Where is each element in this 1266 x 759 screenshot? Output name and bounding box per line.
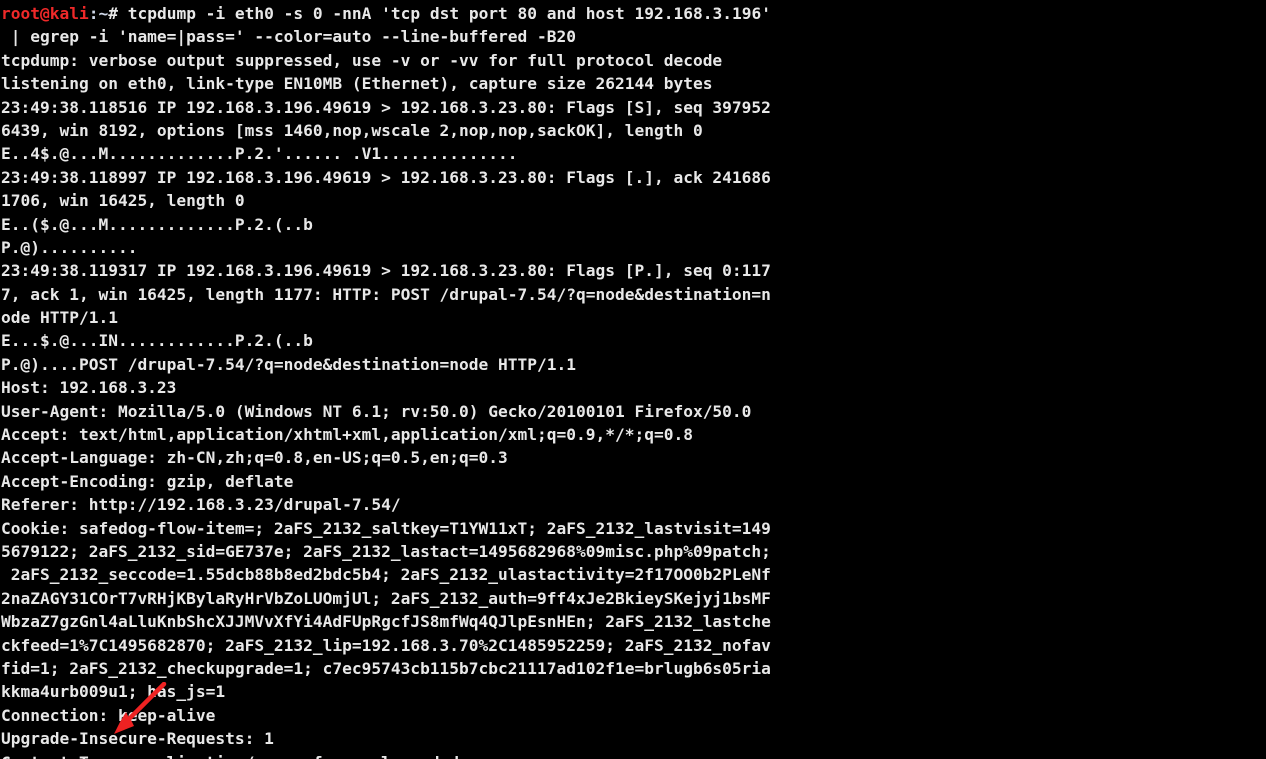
- output-line: Upgrade-Insecure-Requests: 1: [1, 729, 274, 749]
- output-line: 5679122; 2aFS_2132_sid=GE737e; 2aFS_2132…: [1, 541, 771, 561]
- output-line: 23:49:38.118997 IP 192.168.3.196.49619 >…: [1, 167, 771, 187]
- output-line: ckfeed=1%7C1495682870; 2aFS_2132_lip=192…: [1, 635, 771, 655]
- command-wrap-row: | egrep -i 'name=|pass=' --color=auto --…: [1, 25, 1266, 48]
- output-line: User-Agent: Mozilla/5.0 (Windows NT 6.1;…: [1, 401, 752, 421]
- output-line: Connection: keep-alive: [1, 705, 216, 725]
- output-line: Accept-Language: zh-CN,zh;q=0.8,en-US;q=…: [1, 448, 508, 468]
- output-line: E...$.@...IN............P.2.(..b: [1, 331, 313, 351]
- output-line: 2aFS_2132_seccode=1.55dcb88b8ed2bdc5b4; …: [1, 565, 771, 585]
- output-line: tcpdump: verbose output suppressed, use …: [1, 50, 723, 70]
- output-line: Accept-Encoding: gzip, deflate: [1, 471, 294, 491]
- prompt-symbol: #: [108, 4, 128, 23]
- output-line: Content-Type: application/x-www-form-url…: [1, 751, 1266, 759]
- output-line: 2naZAGY31COrT7vRHjKBylaRyHrVbZoLUOmjUl; …: [1, 588, 771, 608]
- output-line: P.@)..........: [1, 237, 138, 257]
- output-line: WbzaZ7gzGnl4aLluKnbShcXJJMVvXfYi4AdFUpRg…: [1, 612, 771, 632]
- output-line: Host: 192.168.3.23: [1, 378, 177, 398]
- prompt-user-host: root@kali: [1, 4, 89, 23]
- output-line: 1706, win 16425, length 0: [1, 191, 245, 211]
- output-line: 23:49:38.118516 IP 192.168.3.196.49619 >…: [1, 97, 771, 117]
- output-line: listening on eth0, link-type EN10MB (Eth…: [1, 74, 713, 94]
- output-line: kkma4urb009u1; has_js=1: [1, 682, 226, 702]
- output-line: 6439, win 8192, options [mss 1460,nop,ws…: [1, 120, 703, 140]
- output-line: E..($.@...M.............P.2.(..b: [1, 214, 313, 234]
- output-line: Accept: text/html,application/xhtml+xml,…: [1, 425, 693, 445]
- terminal-window[interactable]: root@kali:~# tcpdump -i eth0 -s 0 -nnA '…: [0, 0, 1266, 759]
- output-line: ode HTTP/1.1: [1, 308, 118, 328]
- output-line: Cookie: safedog-flow-item=; 2aFS_2132_sa…: [1, 518, 771, 538]
- prompt-line: root@kali:~# tcpdump -i eth0 -s 0 -nnA '…: [1, 2, 1266, 25]
- output-line: Referer: http://192.168.3.23/drupal-7.54…: [1, 495, 401, 515]
- output-line: fid=1; 2aFS_2132_checkupgrade=1; c7ec957…: [1, 658, 771, 678]
- terminal-output: tcpdump: verbose output suppressed, use …: [1, 49, 1266, 759]
- output-line: E..4$.@...M.............P.2.'...... .V1.…: [1, 144, 518, 164]
- command-text-row1: tcpdump -i eth0 -s 0 -nnA 'tcp dst port …: [127, 4, 771, 23]
- output-line: 7, ack 1, win 16425, length 1177: HTTP: …: [1, 284, 771, 304]
- command-text-row2: | egrep -i 'name=|pass=' --color=auto --…: [1, 27, 576, 47]
- output-line: 23:49:38.119317 IP 192.168.3.196.49619 >…: [1, 261, 771, 281]
- output-line: P.@)....POST /drupal-7.54/?q=node&destin…: [1, 354, 576, 374]
- prompt-path: :~: [88, 4, 109, 23]
